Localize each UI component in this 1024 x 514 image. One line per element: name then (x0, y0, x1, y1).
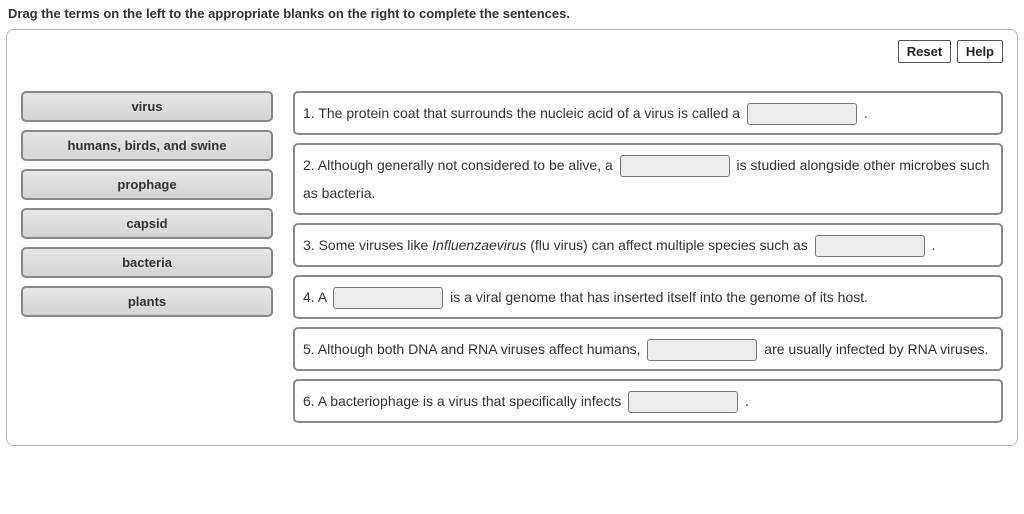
blank-3[interactable] (815, 235, 925, 257)
activity-panel: Reset Help virus humans, birds, and swin… (6, 29, 1018, 446)
sentence-3: 3. Some viruses like Influenzaevirus (fl… (293, 223, 1003, 267)
sentences-column: 1. The protein coat that surrounds the n… (293, 91, 1003, 431)
sentence-4-text-b: is a viral genome that has inserted itse… (446, 289, 868, 305)
term-virus[interactable]: virus (21, 91, 273, 122)
sentence-6: 6. A bacteriophage is a virus that speci… (293, 379, 1003, 423)
sentence-2: 2. Although generally not considered to … (293, 143, 1003, 215)
help-button[interactable]: Help (957, 40, 1003, 63)
sentence-5-text-b: are usually infected by RNA viruses. (760, 341, 988, 357)
term-capsid[interactable]: capsid (21, 208, 273, 239)
blank-6[interactable] (628, 391, 738, 413)
sentence-1-text-b: . (860, 105, 868, 121)
sentence-4-text-a: 4. A (303, 289, 330, 305)
term-humans-birds-swine[interactable]: humans, birds, and swine (21, 130, 273, 161)
sentence-3-italic: Influenzaevirus (432, 237, 526, 253)
term-bacteria[interactable]: bacteria (21, 247, 273, 278)
sentence-6-text-a: 6. A bacteriophage is a virus that speci… (303, 393, 625, 409)
instruction-text: Drag the terms on the left to the approp… (0, 0, 1024, 29)
sentence-6-text-b: . (741, 393, 749, 409)
sentence-3-text-a: 3. Some viruses like (303, 237, 432, 253)
sentence-5-text-a: 5. Although both DNA and RNA viruses aff… (303, 341, 644, 357)
term-plants[interactable]: plants (21, 286, 273, 317)
activity-body: virus humans, birds, and swine prophage … (21, 91, 1003, 431)
blank-5[interactable] (647, 339, 757, 361)
sentence-5: 5. Although both DNA and RNA viruses aff… (293, 327, 1003, 371)
terms-column: virus humans, birds, and swine prophage … (21, 91, 273, 325)
blank-2[interactable] (620, 155, 730, 177)
term-prophage[interactable]: prophage (21, 169, 273, 200)
sentence-3-text-b: (flu virus) can affect multiple species … (526, 237, 811, 253)
sentence-3-text-c: . (928, 237, 936, 253)
sentence-4: 4. A is a viral genome that has inserted… (293, 275, 1003, 319)
reset-button[interactable]: Reset (898, 40, 951, 63)
button-row: Reset Help (21, 40, 1003, 63)
sentence-2-text-a: 2. Although generally not considered to … (303, 157, 617, 173)
sentence-1-text-a: 1. The protein coat that surrounds the n… (303, 105, 744, 121)
blank-4[interactable] (333, 287, 443, 309)
sentence-1: 1. The protein coat that surrounds the n… (293, 91, 1003, 135)
blank-1[interactable] (747, 103, 857, 125)
